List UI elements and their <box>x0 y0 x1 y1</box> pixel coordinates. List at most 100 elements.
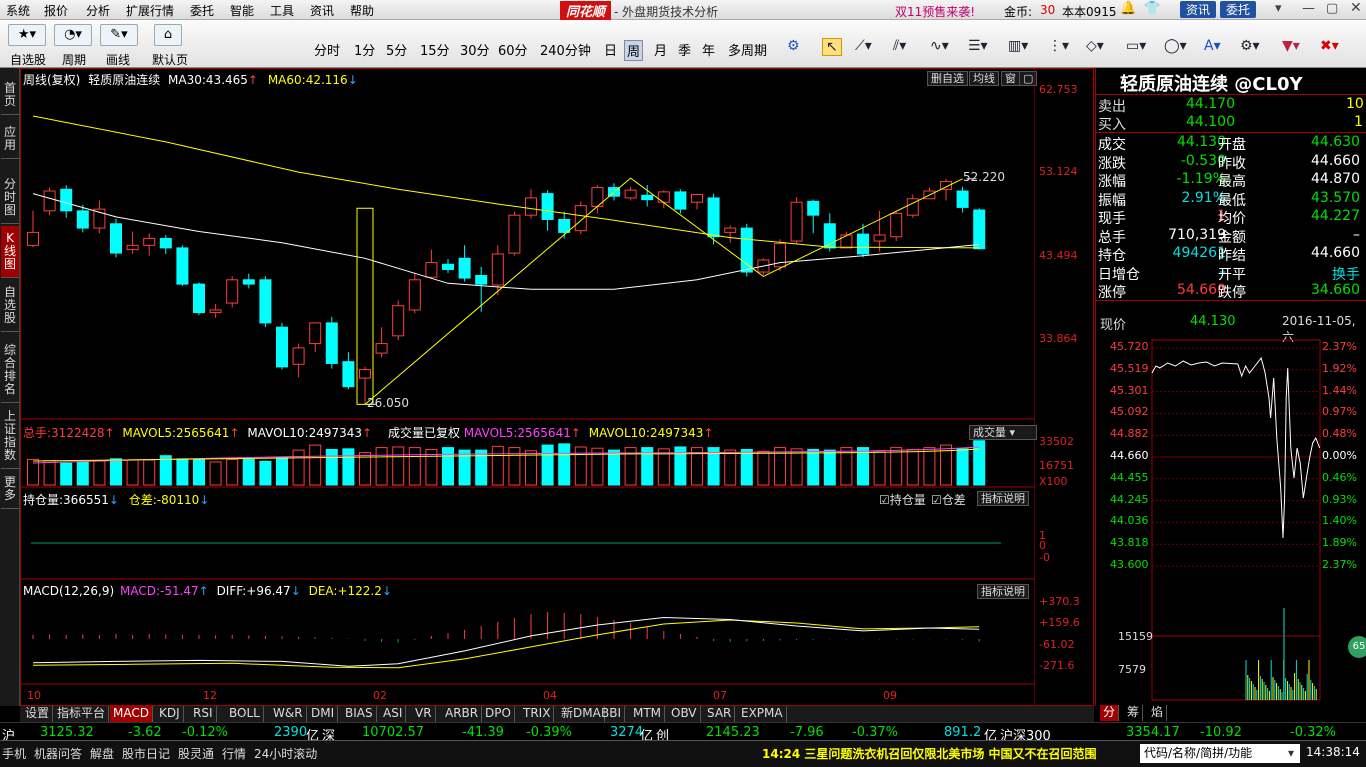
candle[interactable] <box>906 194 919 218</box>
period-30min[interactable]: 30分 <box>460 40 490 59</box>
indicator-tab[interactable]: W&R <box>270 706 307 722</box>
period-240min[interactable]: 240分钟 <box>540 40 591 59</box>
candle[interactable] <box>226 276 239 308</box>
menu-ext-quotes[interactable]: 扩展行情 <box>126 2 174 19</box>
candle[interactable] <box>807 199 820 234</box>
period-day[interactable]: 日 <box>604 40 617 59</box>
menu-quote[interactable]: 报价 <box>44 2 68 19</box>
indicator-tab[interactable]: OBV <box>668 706 701 722</box>
nav-timeshare[interactable]: 分时图 <box>1 172 19 224</box>
candle[interactable] <box>408 272 421 314</box>
gann-tool-icon[interactable]: ▥▾ <box>1008 38 1028 54</box>
wave-tool-icon[interactable]: ∿▾ <box>930 38 949 54</box>
candle[interactable] <box>458 245 471 282</box>
indicator-tab[interactable]: 设置 <box>22 706 54 722</box>
menu-news[interactable]: 资讯 <box>310 2 334 19</box>
indicator-tab[interactable]: TRIX <box>520 706 555 722</box>
indicator-tab[interactable]: DPO <box>482 706 515 722</box>
candle[interactable] <box>442 259 454 273</box>
status-gulingtong[interactable]: 股灵通 <box>178 745 214 762</box>
candle[interactable] <box>143 233 156 256</box>
candle[interactable] <box>93 200 106 234</box>
ticker-hs-value[interactable]: 3354.17 <box>1126 725 1180 740</box>
shirt-icon[interactable]: 👕 <box>1144 1 1160 16</box>
pattern-tool-icon[interactable]: ◇▾ <box>1086 38 1104 54</box>
draw-pen-icon[interactable]: ✎▾ <box>100 24 138 46</box>
menu-analysis[interactable]: 分析 <box>86 2 110 19</box>
delete-draw-icon[interactable]: ✖▾ <box>1320 38 1339 54</box>
period-1min[interactable]: 1分 <box>354 40 375 59</box>
candle[interactable] <box>27 210 39 248</box>
period-fenshi[interactable]: 分时 <box>314 40 340 59</box>
status-mobile[interactable]: 手机 <box>2 745 26 762</box>
nav-more[interactable]: 更多 <box>1 470 19 509</box>
cursor-arrow-icon[interactable]: ↖ <box>822 38 842 56</box>
period-15min[interactable]: 15分 <box>420 40 450 59</box>
candle[interactable] <box>259 276 272 328</box>
indicator-tab[interactable]: BOLL <box>226 706 264 722</box>
indicator-tab[interactable]: SAR <box>704 706 736 722</box>
draw-label[interactable]: 画线 <box>106 51 130 68</box>
candle[interactable] <box>209 303 222 318</box>
period-season[interactable]: 季 <box>678 40 691 59</box>
candle[interactable] <box>110 218 122 258</box>
ticker-sh-value[interactable]: 3125.32 <box>40 725 94 740</box>
home-icon[interactable]: ⌂ <box>154 24 182 46</box>
candle[interactable] <box>624 186 637 201</box>
ellipse-tool-icon[interactable]: ◯▾ <box>1164 38 1187 54</box>
indicator-tab[interactable]: BBI <box>598 706 626 722</box>
news-button[interactable]: 资讯 <box>1180 1 1217 18</box>
candle[interactable] <box>309 322 322 353</box>
candle[interactable] <box>325 316 338 369</box>
indicator-tab[interactable]: MACD <box>110 706 153 722</box>
candle[interactable] <box>43 187 56 216</box>
stock-search-input[interactable]: 代码/名称/简拼/功能 <box>1140 744 1300 763</box>
draw-settings-icon[interactable]: ⚙▾ <box>1240 38 1260 54</box>
nav-ranking[interactable]: 综合排名 <box>1 338 19 403</box>
ticker-cy-value[interactable]: 2145.23 <box>706 725 760 740</box>
bell-icon[interactable]: 🔔 <box>1120 1 1136 16</box>
trade-button[interactable]: 委托 <box>1220 1 1257 18</box>
oi-diff-checkbox[interactable]: ☑仓差 <box>931 491 966 508</box>
period-week[interactable]: 周 <box>624 40 644 61</box>
candle[interactable] <box>392 300 405 341</box>
candle[interactable] <box>940 178 952 201</box>
menu-trade[interactable]: 委托 <box>190 2 214 19</box>
menu-tools[interactable]: 工具 <box>270 2 294 19</box>
period-clock-icon[interactable]: ◔▾ <box>54 24 92 46</box>
candle[interactable] <box>375 327 388 358</box>
candle[interactable] <box>641 184 654 207</box>
channel-tool-icon[interactable]: ⋮▾ <box>1048 38 1069 54</box>
search-dropdown-icon[interactable]: ▾ <box>1288 746 1294 760</box>
period-label[interactable]: 周期 <box>62 51 86 68</box>
candle[interactable] <box>857 223 869 258</box>
indicator-tab[interactable]: VR <box>412 706 436 722</box>
line-tool-icon[interactable]: ⟋▾ <box>855 38 872 54</box>
indicator-tab[interactable]: ARBR <box>442 706 483 722</box>
status-quotes[interactable]: 行情 <box>222 745 246 762</box>
menu-system[interactable]: 系统 <box>6 2 30 19</box>
candle[interactable] <box>176 245 189 286</box>
status-diary[interactable]: 股市日记 <box>122 745 170 762</box>
default-page-label[interactable]: 默认页 <box>152 51 188 68</box>
kline-chart-area[interactable]: 周线(复权) 轻质原油连续 MA30:43.465↑ MA60:42.116↓ … <box>20 68 1094 707</box>
candle[interactable] <box>973 208 986 250</box>
watchlist-star-icon[interactable]: ★▾ <box>8 24 46 46</box>
period-60min[interactable]: 60分 <box>498 40 528 59</box>
candle[interactable] <box>525 189 537 219</box>
status-robot-qa[interactable]: 机器问答 <box>34 745 82 762</box>
candle[interactable] <box>276 322 288 370</box>
text-tool-icon[interactable]: A▾ <box>1204 38 1221 54</box>
nav-sh-index[interactable]: 上证指数 <box>1 404 19 469</box>
indicator-tab[interactable]: 指标平台 <box>54 706 110 722</box>
nav-home[interactable]: 首页 <box>1 76 19 115</box>
candle[interactable] <box>956 186 969 213</box>
period-month[interactable]: 月 <box>654 40 667 59</box>
indicator-tab[interactable]: BIAS <box>342 706 377 722</box>
candle[interactable] <box>674 189 687 214</box>
indicator-tab[interactable]: RSI <box>190 706 217 722</box>
close-icon[interactable]: ✕ <box>1350 0 1362 16</box>
speed-badge[interactable]: 65 <box>1348 636 1366 658</box>
nav-watchlist[interactable]: 自选股 <box>1 280 19 332</box>
period-5min[interactable]: 5分 <box>386 40 407 59</box>
